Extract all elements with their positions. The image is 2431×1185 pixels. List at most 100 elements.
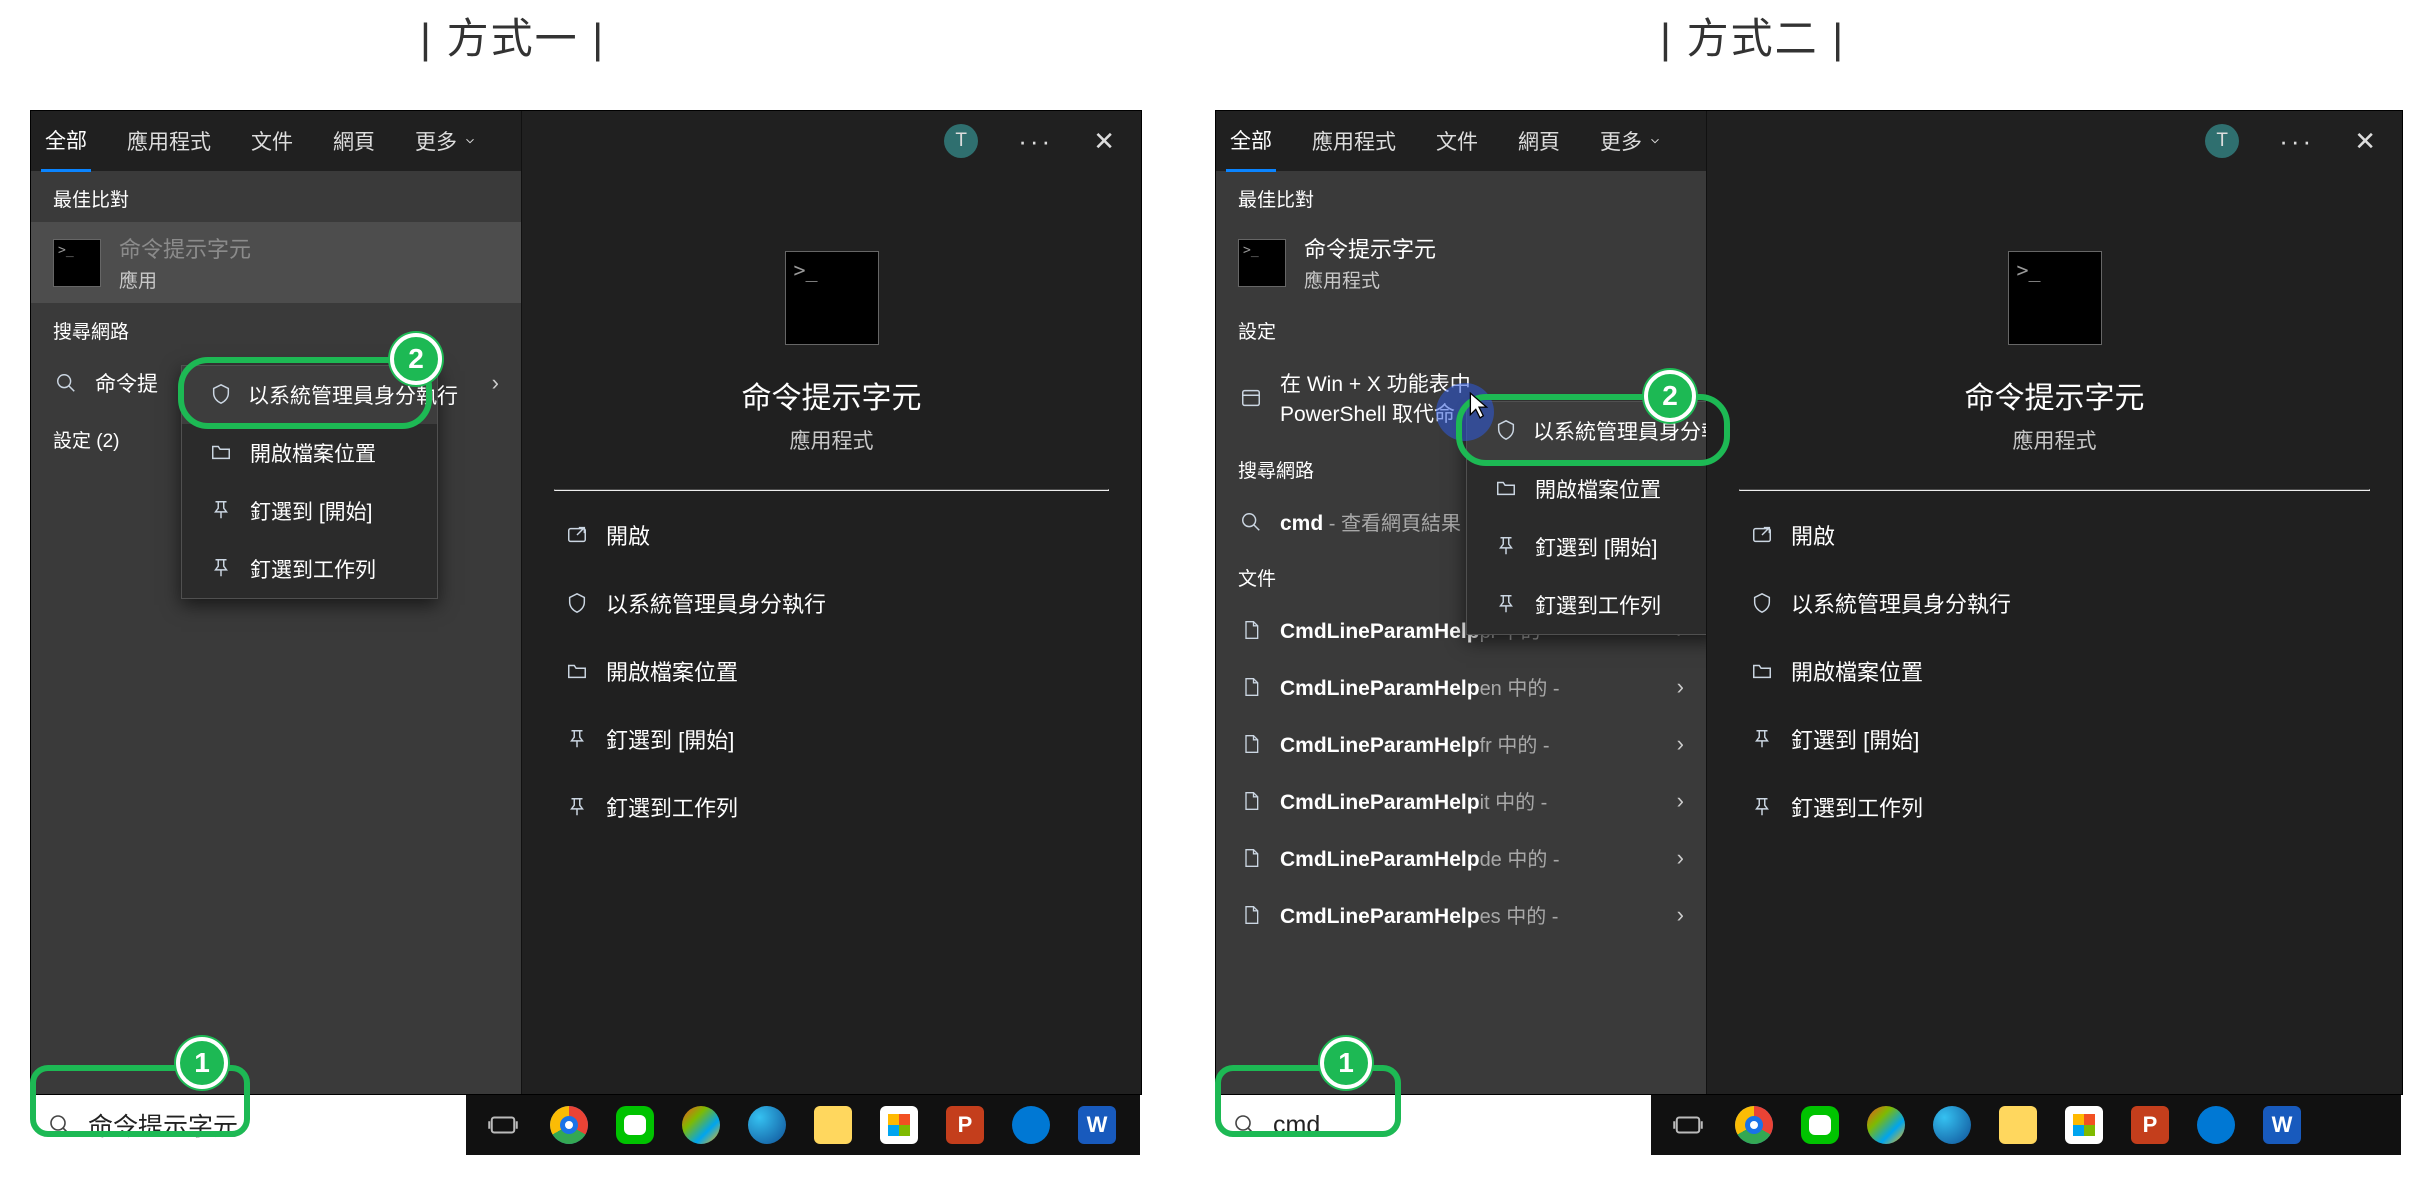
taskbar-search-text: cmd	[1273, 1111, 1320, 1140]
ctx-pin-start-label: 釘選到 [開始]	[1535, 532, 1658, 562]
edge-icon[interactable]	[1933, 1106, 1971, 1144]
action-pin-taskbar[interactable]: 釘選到工作列	[522, 773, 1141, 841]
tab-docs[interactable]: 文件	[247, 112, 297, 170]
taskbar: cmd	[1215, 1095, 2401, 1155]
doc-row-text: CmdLineParamHelpen 中的 -	[1280, 672, 1560, 701]
tab-more[interactable]: 更多	[411, 112, 481, 170]
doc-result-row[interactable]: CmdLineParamHelpit 中的 -›	[1216, 772, 1706, 829]
context-menu: 以系統管理員身分執行 開啟檔案位置 釘選到 [開始] 釘選到工作列	[181, 365, 438, 599]
tab-more[interactable]: 更多	[1596, 112, 1666, 170]
taskview-icon[interactable]	[1669, 1106, 1707, 1144]
shield-run-icon	[1749, 590, 1775, 616]
taskbar-search[interactable]: cmd	[1215, 1095, 1651, 1155]
ctx-open-location-label: 開啟檔案位置	[250, 438, 376, 468]
chrome-icon[interactable]	[1735, 1106, 1773, 1144]
shield-run-icon	[564, 590, 590, 616]
action-open-label: 開啟	[1791, 519, 1835, 551]
action-open-location[interactable]: 開啟檔案位置	[522, 637, 1141, 705]
action-pin-taskbar[interactable]: 釘選到工作列	[1707, 773, 2402, 841]
tab-all[interactable]: 全部	[41, 111, 91, 172]
ctx-pin-taskbar-label: 釘選到工作列	[1535, 590, 1661, 620]
action-open[interactable]: 開啟	[1707, 501, 2402, 569]
method-title: | 方式二 |	[1660, 5, 1845, 66]
section-settings: 設定	[1216, 303, 1706, 354]
pin-icon	[1749, 726, 1775, 752]
settings-window-icon	[1238, 385, 1264, 411]
chevron-right-icon: ›	[1677, 845, 1684, 871]
action-open[interactable]: 開啟	[522, 501, 1141, 569]
ctx-open-location[interactable]: 開啟檔案位置	[1467, 460, 1706, 518]
azure-icon[interactable]	[1012, 1106, 1050, 1144]
powerpoint-icon[interactable]	[2131, 1106, 2169, 1144]
action-run-admin-label: 以系統管理員身分執行	[606, 587, 826, 619]
tab-web[interactable]: 網頁	[329, 112, 379, 170]
taskbar: 命令提示字元	[30, 1095, 1140, 1155]
ms-store-icon[interactable]	[880, 1106, 918, 1144]
taskview-icon[interactable]	[484, 1106, 522, 1144]
more-icon[interactable]: ···	[2279, 126, 2314, 157]
tab-web[interactable]: 網頁	[1514, 112, 1564, 170]
action-pin-start[interactable]: 釘選到 [開始]	[1707, 705, 2402, 773]
ctx-pin-taskbar[interactable]: 釘選到工作列	[182, 540, 437, 598]
window-controls: T ··· ✕	[1707, 111, 2402, 171]
action-run-admin[interactable]: 以系統管理員身分執行	[1707, 569, 2402, 637]
ctx-open-location-label: 開啟檔案位置	[1535, 474, 1661, 504]
m365-icon[interactable]	[1867, 1106, 1905, 1144]
doc-result-row[interactable]: CmdLineParamHelpen 中的 -›	[1216, 658, 1706, 715]
user-avatar[interactable]: T	[2205, 124, 2239, 158]
ctx-pin-start[interactable]: 釘選到 [開始]	[1467, 518, 1706, 576]
action-pin-start-label: 釘選到 [開始]	[606, 723, 734, 755]
chrome-icon[interactable]	[550, 1106, 588, 1144]
taskbar-search[interactable]: 命令提示字元	[30, 1095, 466, 1155]
close-button[interactable]: ✕	[1093, 126, 1115, 157]
document-icon	[1238, 902, 1264, 928]
azure-icon[interactable]	[2197, 1106, 2235, 1144]
shield-run-icon	[210, 383, 232, 407]
tab-apps[interactable]: 應用程式	[123, 112, 215, 170]
best-match-row[interactable]: 命令提示字元 應用程式	[1216, 222, 1706, 303]
line-app-icon[interactable]	[616, 1106, 654, 1144]
user-avatar[interactable]: T	[944, 124, 978, 158]
tab-docs[interactable]: 文件	[1432, 112, 1482, 170]
m365-icon[interactable]	[682, 1106, 720, 1144]
word-icon[interactable]	[2263, 1106, 2301, 1144]
callout-number: 2	[1644, 370, 1696, 422]
section-best-match: 最佳比對	[1216, 171, 1706, 222]
ctx-pin-taskbar[interactable]: 釘選到工作列	[1467, 576, 1706, 634]
chevron-down-icon	[463, 134, 477, 148]
doc-row-text: CmdLineParamHelpfr 中的 -	[1280, 729, 1550, 758]
action-pin-start[interactable]: 釘選到 [開始]	[522, 705, 1141, 773]
method-title: | 方式一 |	[420, 5, 605, 66]
doc-result-row[interactable]: CmdLineParamHelpes 中的 -›	[1216, 886, 1706, 943]
line-app-icon[interactable]	[1801, 1106, 1839, 1144]
document-icon	[1238, 731, 1264, 757]
action-open-location[interactable]: 開啟檔案位置	[1707, 637, 2402, 705]
cmd-app-icon	[1238, 239, 1286, 287]
search-icon	[1238, 509, 1264, 535]
file-explorer-icon[interactable]	[814, 1106, 852, 1144]
document-icon	[1238, 788, 1264, 814]
ctx-run-as-admin-label: 以系統管理員身分執行	[1533, 416, 1706, 446]
cmd-app-icon	[2008, 251, 2102, 345]
tab-all[interactable]: 全部	[1226, 111, 1276, 172]
word-icon[interactable]	[1078, 1106, 1116, 1144]
tab-apps[interactable]: 應用程式	[1308, 112, 1400, 170]
file-explorer-icon[interactable]	[1999, 1106, 2037, 1144]
doc-result-row[interactable]: CmdLineParamHelpfr 中的 -›	[1216, 715, 1706, 772]
ctx-open-location[interactable]: 開啟檔案位置	[182, 424, 437, 482]
taskbar-search-text: 命令提示字元	[88, 1107, 238, 1143]
ms-store-icon[interactable]	[2065, 1106, 2103, 1144]
action-open-label: 開啟	[606, 519, 650, 551]
doc-result-row[interactable]: CmdLineParamHelpde 中的 -›	[1216, 829, 1706, 886]
powerpoint-icon[interactable]	[946, 1106, 984, 1144]
pin-icon	[564, 794, 590, 820]
best-match-row[interactable]: 命令提示字元 應用	[31, 222, 521, 303]
more-icon[interactable]: ···	[1018, 126, 1053, 157]
chevron-right-icon: ›	[1677, 788, 1684, 814]
action-run-admin[interactable]: 以系統管理員身分執行	[522, 569, 1141, 637]
preview-title: 命令提示字元	[522, 373, 1141, 417]
close-button[interactable]: ✕	[2354, 126, 2376, 157]
edge-icon[interactable]	[748, 1106, 786, 1144]
ctx-pin-start[interactable]: 釘選到 [開始]	[182, 482, 437, 540]
open-icon	[564, 522, 590, 548]
